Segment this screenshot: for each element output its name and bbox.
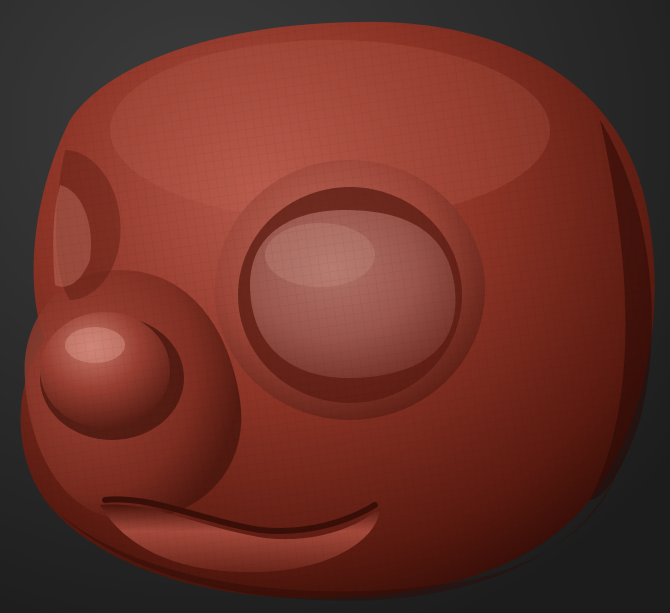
viewport-canvas (0, 0, 670, 613)
mesh-wireframe (20, 21, 655, 599)
head-model (20, 21, 655, 601)
sculpt-viewport[interactable] (0, 0, 670, 613)
